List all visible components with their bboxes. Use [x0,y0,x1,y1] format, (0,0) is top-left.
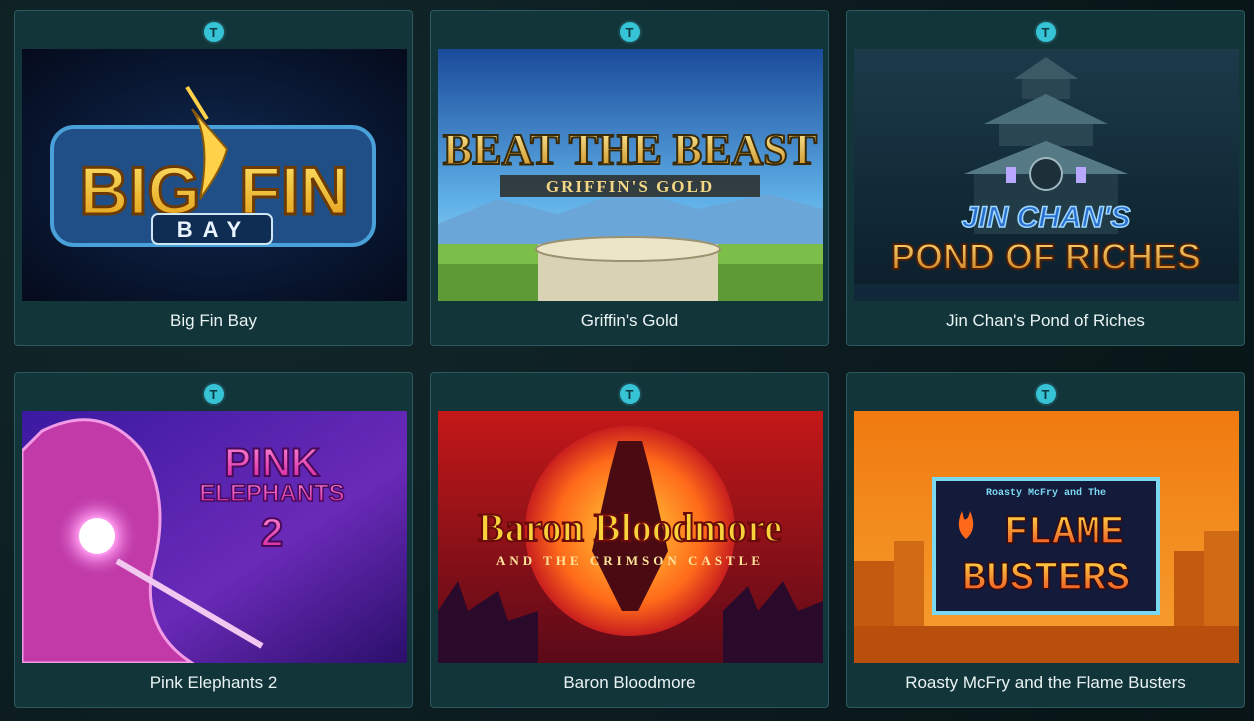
game-title[interactable]: Baron Bloodmore [431,673,828,693]
game-thumbnail[interactable]: PINK ELEPHANTS 2 [22,411,407,663]
game-card-roasty-mcfry[interactable]: T Roasty McFry and The FLAME BUSTERS Roa… [846,372,1245,708]
game-title[interactable]: Roasty McFry and the Flame Busters [847,673,1244,693]
game-title[interactable]: Griffin's Gold [431,311,828,331]
game-thumbnail[interactable]: BIG FIN BAY [22,49,407,301]
provider-icon: T [203,22,224,42]
art-text-title: Baron Bloodmore [478,505,782,550]
game-card-baron-bloodmore[interactable]: T Baron Bloodmore AND THE CRIMSON CASTLE… [430,372,829,708]
art-text-bay: BAY [177,217,251,242]
provider-icon: T [619,384,640,404]
game-title[interactable]: Pink Elephants 2 [15,673,412,693]
art-text-title: JIN CHAN'S [962,201,1131,234]
game-thumbnail[interactable]: JIN CHAN'S POND OF RICHES [854,49,1239,301]
game-title[interactable]: Jin Chan's Pond of Riches [847,311,1244,331]
art-text-flame: FLAME [1004,511,1124,556]
art-text-subtitle: AND THE CRIMSON CASTLE [496,553,764,568]
provider-icon: T [203,384,224,404]
art-text-busters: BUSTERS [962,557,1130,602]
game-title[interactable]: Big Fin Bay [15,311,412,331]
art-text-top: Roasty McFry and The [986,487,1106,499]
game-thumbnail[interactable]: BEAT THE BEAST GRIFFIN'S GOLD [438,49,823,301]
art-text-2: 2 [261,511,283,555]
provider-icon: T [1035,22,1056,42]
game-thumbnail[interactable]: Roasty McFry and The FLAME BUSTERS [854,411,1239,663]
provider-icon: T [1035,384,1056,404]
game-card-griffins-gold[interactable]: T BEAT THE BEAST GRIFFIN'S GOLD Griffin'… [430,10,829,346]
game-grid: T BIG FIN BAY Big Fin Bay T BEAT THE BEA… [14,10,1245,708]
game-card-big-fin-bay[interactable]: T BIG FIN BAY Big Fin Bay [14,10,413,346]
game-card-pink-elephants-2[interactable]: T PINK ELEPHANTS 2 Pink Elephants 2 [14,372,413,708]
game-card-jin-chans-pond[interactable]: T JIN CHAN'S POND OF RICHES Jin Chan's P… [846,10,1245,346]
game-thumbnail[interactable]: Baron Bloodmore AND THE CRIMSON CASTLE [438,411,823,663]
provider-icon: T [619,22,640,42]
art-text-subtitle: POND OF RICHES [891,236,1201,277]
art-text-title: BEAT THE BEAST [443,125,817,174]
art-text-subtitle: GRIFFIN'S GOLD [546,177,714,196]
art-text-pink: PINK [224,441,320,485]
art-text-elephants: ELEPHANTS [199,480,344,507]
